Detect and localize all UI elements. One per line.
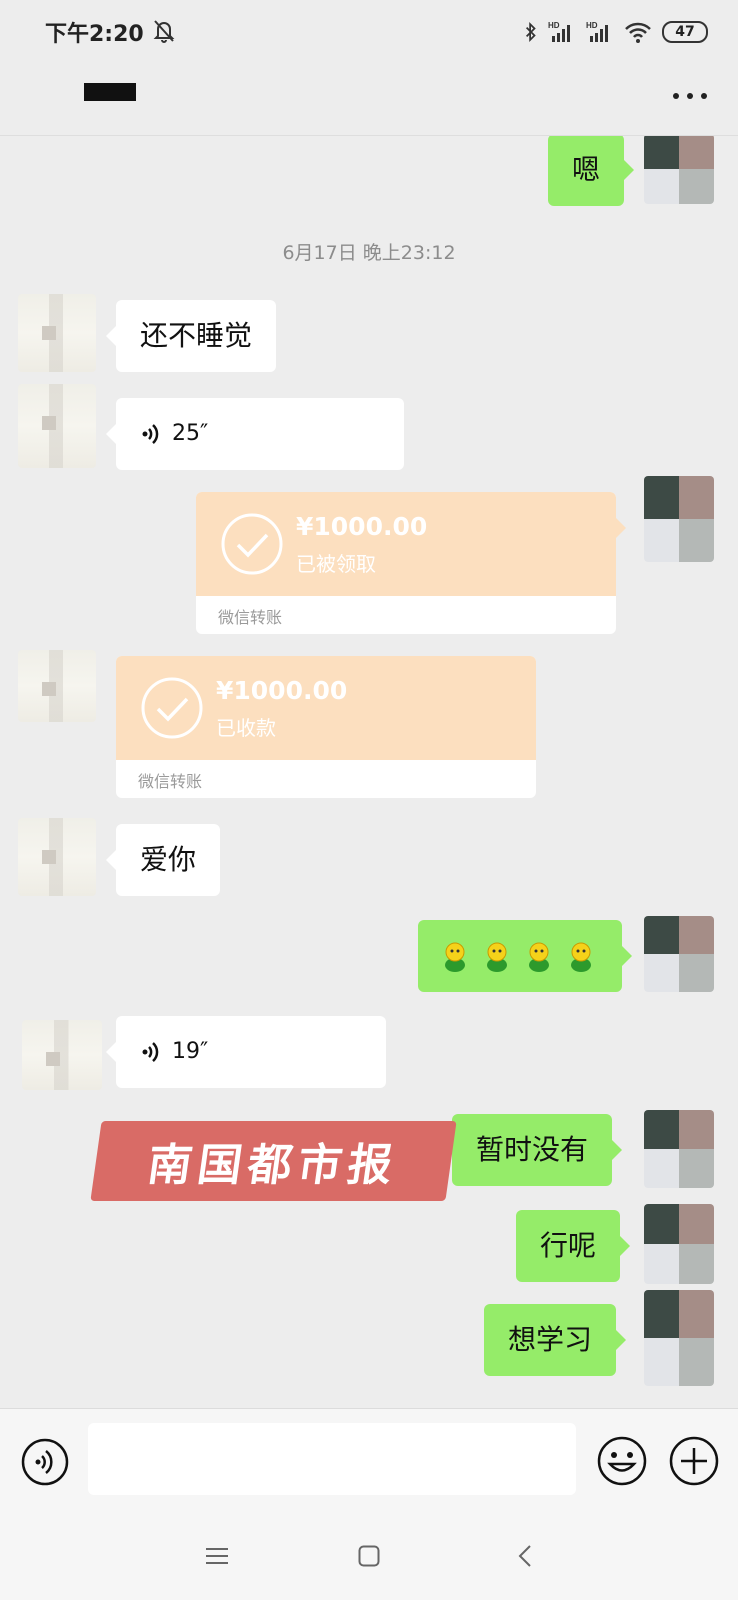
status-time: 下午2:20 <box>45 22 144 47</box>
transfer-label: 微信转账 <box>218 608 283 627</box>
message-text: 还不睡觉 <box>140 319 253 352</box>
input-bar <box>0 1408 738 1512</box>
transfer-amount: ¥1000.00 <box>216 676 348 705</box>
voice-message[interactable]: 19″ <box>106 1016 386 1088</box>
message-text: 行呢 <box>540 1229 597 1262</box>
emoji-message[interactable] <box>418 920 632 992</box>
status-icons: HD HD 47 <box>524 18 708 46</box>
my-avatar[interactable] <box>644 1204 714 1284</box>
my-avatar[interactable] <box>644 1290 714 1386</box>
my-avatar[interactable] <box>644 916 714 992</box>
contact-avatar[interactable] <box>18 650 96 722</box>
emoji-icon <box>529 942 549 972</box>
message-text: 暂时没有 <box>476 1133 589 1166</box>
bubble-tail <box>616 518 626 538</box>
message-text: 嗯 <box>571 153 600 186</box>
message-bubble[interactable]: 行呢 <box>516 1210 631 1282</box>
message-bubble[interactable]: 嗯 <box>548 136 634 206</box>
emoji-icon[interactable] <box>596 1435 648 1487</box>
transfer-status: 已被领取 <box>296 552 376 576</box>
svg-text:HD: HD <box>548 21 560 30</box>
check-circle-icon <box>221 513 283 575</box>
contact-avatar[interactable] <box>18 384 96 468</box>
newspaper-watermark: 南国都市报 <box>90 1121 457 1201</box>
svg-text:HD: HD <box>586 21 598 30</box>
home-icon[interactable] <box>358 1545 380 1567</box>
transfer-card[interactable]: ¥1000.00 已被领取 微信转账 <box>196 492 616 634</box>
contact-avatar[interactable] <box>18 294 96 372</box>
voice-input-icon[interactable] <box>20 1437 70 1487</box>
back-icon[interactable] <box>518 1544 532 1568</box>
transfer-amount: ¥1000.00 <box>296 512 428 541</box>
plus-icon[interactable] <box>668 1435 720 1487</box>
message-bubble[interactable]: 暂时没有 <box>452 1114 623 1186</box>
message-bubble[interactable]: 还不睡觉 <box>105 300 277 372</box>
message-text: 爱你 <box>140 843 197 876</box>
transfer-status: 已收款 <box>216 716 276 740</box>
emoji-icon <box>571 942 591 972</box>
watermark-text: 南国都市报 <box>144 1140 402 1191</box>
contact-name-redacted <box>84 83 136 101</box>
message-input[interactable] <box>88 1423 576 1495</box>
check-circle-icon <box>141 677 203 739</box>
bell-off-icon <box>153 20 175 43</box>
my-avatar[interactable] <box>644 1110 714 1188</box>
my-avatar[interactable] <box>644 136 714 204</box>
wifi-icon <box>625 22 651 43</box>
battery-icon: 47 <box>662 21 708 43</box>
my-avatar[interactable] <box>644 476 714 562</box>
voice-wave-icon <box>142 1042 159 1062</box>
voice-wave-icon <box>142 424 159 444</box>
emoji-icon <box>445 942 465 972</box>
chat-area[interactable]: 嗯 6月17日 晚上23:12 还不睡觉 25″ ¥1000.00 已被领取 微… <box>0 136 738 1408</box>
contact-avatar[interactable] <box>22 1020 102 1090</box>
voice-duration: 19″ <box>172 1039 209 1064</box>
menu-icon[interactable] <box>206 1546 228 1566</box>
emoji-icon <box>487 942 507 972</box>
system-nav-bar <box>0 1512 738 1600</box>
voice-duration: 25″ <box>172 421 209 446</box>
voice-message[interactable]: 25″ <box>106 398 404 470</box>
status-bar: 下午2:20 HD HD 47 <box>0 0 738 62</box>
transfer-label: 微信转账 <box>138 772 203 791</box>
timestamp: 6月17日 晚上23:12 <box>282 242 456 264</box>
hd-signal-icon: HD <box>586 21 608 42</box>
hd-signal-icon: HD <box>548 21 570 42</box>
transfer-card[interactable]: ¥1000.00 已收款 微信转账 <box>116 656 536 798</box>
chat-header <box>0 62 738 136</box>
contact-avatar[interactable] <box>18 818 96 896</box>
message-bubble[interactable]: 爱你 <box>105 824 221 896</box>
message-text: 想学习 <box>508 1323 593 1356</box>
message-bubble[interactable]: 想学习 <box>484 1304 627 1376</box>
bluetooth-icon <box>526 22 536 42</box>
more-icon[interactable] <box>672 91 708 101</box>
